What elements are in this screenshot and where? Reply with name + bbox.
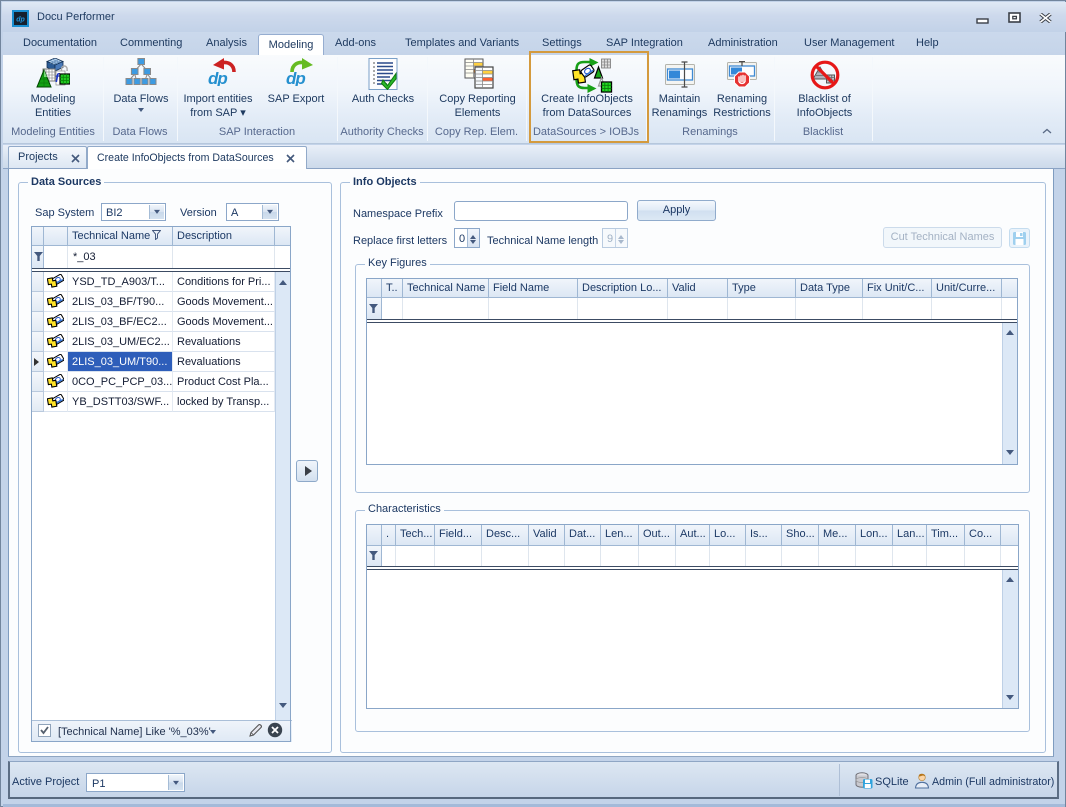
svg-text:dp: dp [286,69,305,86]
svg-text:dp: dp [208,69,227,86]
svg-text:dp: dp [16,17,25,24]
